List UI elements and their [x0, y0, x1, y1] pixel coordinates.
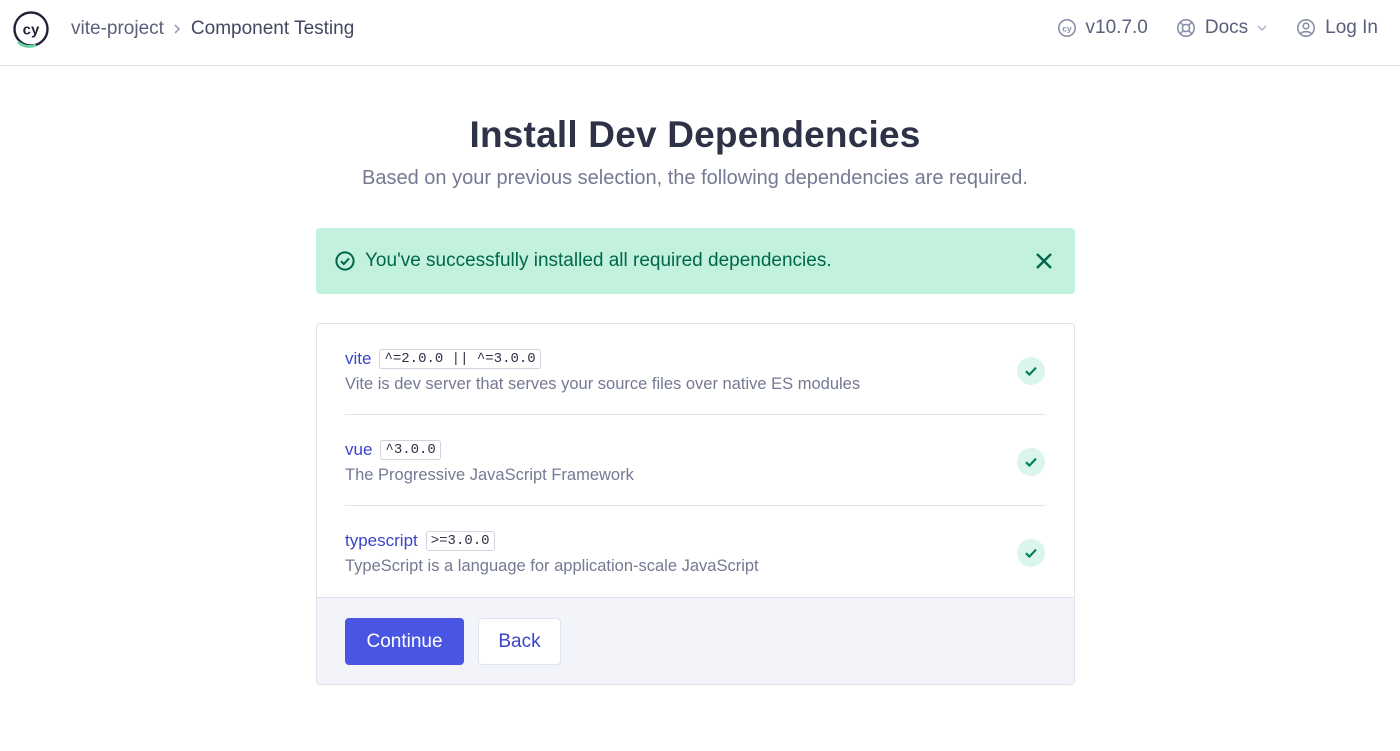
svg-text:cy: cy	[23, 22, 40, 39]
dependency-description: TypeScript is a language for application…	[345, 557, 759, 575]
svg-text:cy: cy	[1062, 24, 1072, 34]
cypress-version-icon: cy	[1057, 18, 1077, 38]
check-circle-icon	[334, 250, 356, 272]
dependency-name[interactable]: vite	[345, 349, 371, 369]
page-title: Install Dev Dependencies	[469, 114, 921, 155]
top-bar: cy vite-project Component Testing cy v10…	[0, 0, 1400, 66]
breadcrumb-current: Component Testing	[190, 18, 355, 39]
actions-footer: Continue Back	[317, 597, 1074, 684]
alert-message: You've successfully installed all requir…	[365, 250, 832, 271]
chevron-right-icon	[172, 23, 182, 35]
dependency-item: typescript >=3.0.0 TypeScript is a langu…	[345, 506, 1045, 597]
installed-check-icon	[1017, 357, 1045, 385]
version-button[interactable]: cy v10.7.0	[1057, 17, 1148, 39]
close-icon[interactable]	[1033, 250, 1055, 272]
breadcrumb-project[interactable]: vite-project	[71, 18, 164, 40]
installed-check-icon	[1017, 539, 1045, 567]
dependencies-panel: vite ^=2.0.0 || ^=3.0.0 Vite is dev serv…	[316, 323, 1075, 685]
lifebuoy-icon	[1176, 18, 1196, 38]
cypress-logo-icon[interactable]: cy	[12, 10, 50, 48]
dependency-name[interactable]: typescript	[345, 531, 418, 551]
dependency-version: ^=2.0.0 || ^=3.0.0	[379, 349, 541, 369]
docs-menu-button[interactable]: Docs	[1176, 17, 1268, 39]
dependency-description: Vite is dev server that serves your sour…	[345, 375, 861, 393]
dependency-item: vue ^3.0.0 The Progressive JavaScript Fr…	[345, 415, 1045, 506]
version-label: v10.7.0	[1085, 17, 1148, 38]
back-button[interactable]: Back	[478, 618, 561, 665]
dependency-version: >=3.0.0	[425, 531, 495, 551]
dependency-name[interactable]: vue	[345, 440, 372, 460]
header-nav: cy v10.7.0 Docs Log In	[1057, 14, 1378, 42]
docs-label: Docs	[1204, 17, 1249, 38]
dependency-item: vite ^=2.0.0 || ^=3.0.0 Vite is dev serv…	[345, 324, 1045, 415]
login-label: Log In	[1325, 17, 1378, 38]
chevron-down-icon	[1256, 24, 1268, 32]
dependency-version: ^3.0.0	[380, 440, 441, 460]
page-subtitle: Based on your previous selection, the fo…	[362, 167, 1028, 189]
installed-check-icon	[1017, 448, 1045, 476]
dependency-description: The Progressive JavaScript Framework	[345, 466, 634, 484]
breadcrumb: vite-project Component Testing	[71, 16, 354, 42]
login-button[interactable]: Log In	[1296, 17, 1378, 39]
continue-button[interactable]: Continue	[345, 618, 464, 665]
success-alert: You've successfully installed all requir…	[316, 228, 1075, 294]
user-circle-icon	[1296, 18, 1316, 38]
